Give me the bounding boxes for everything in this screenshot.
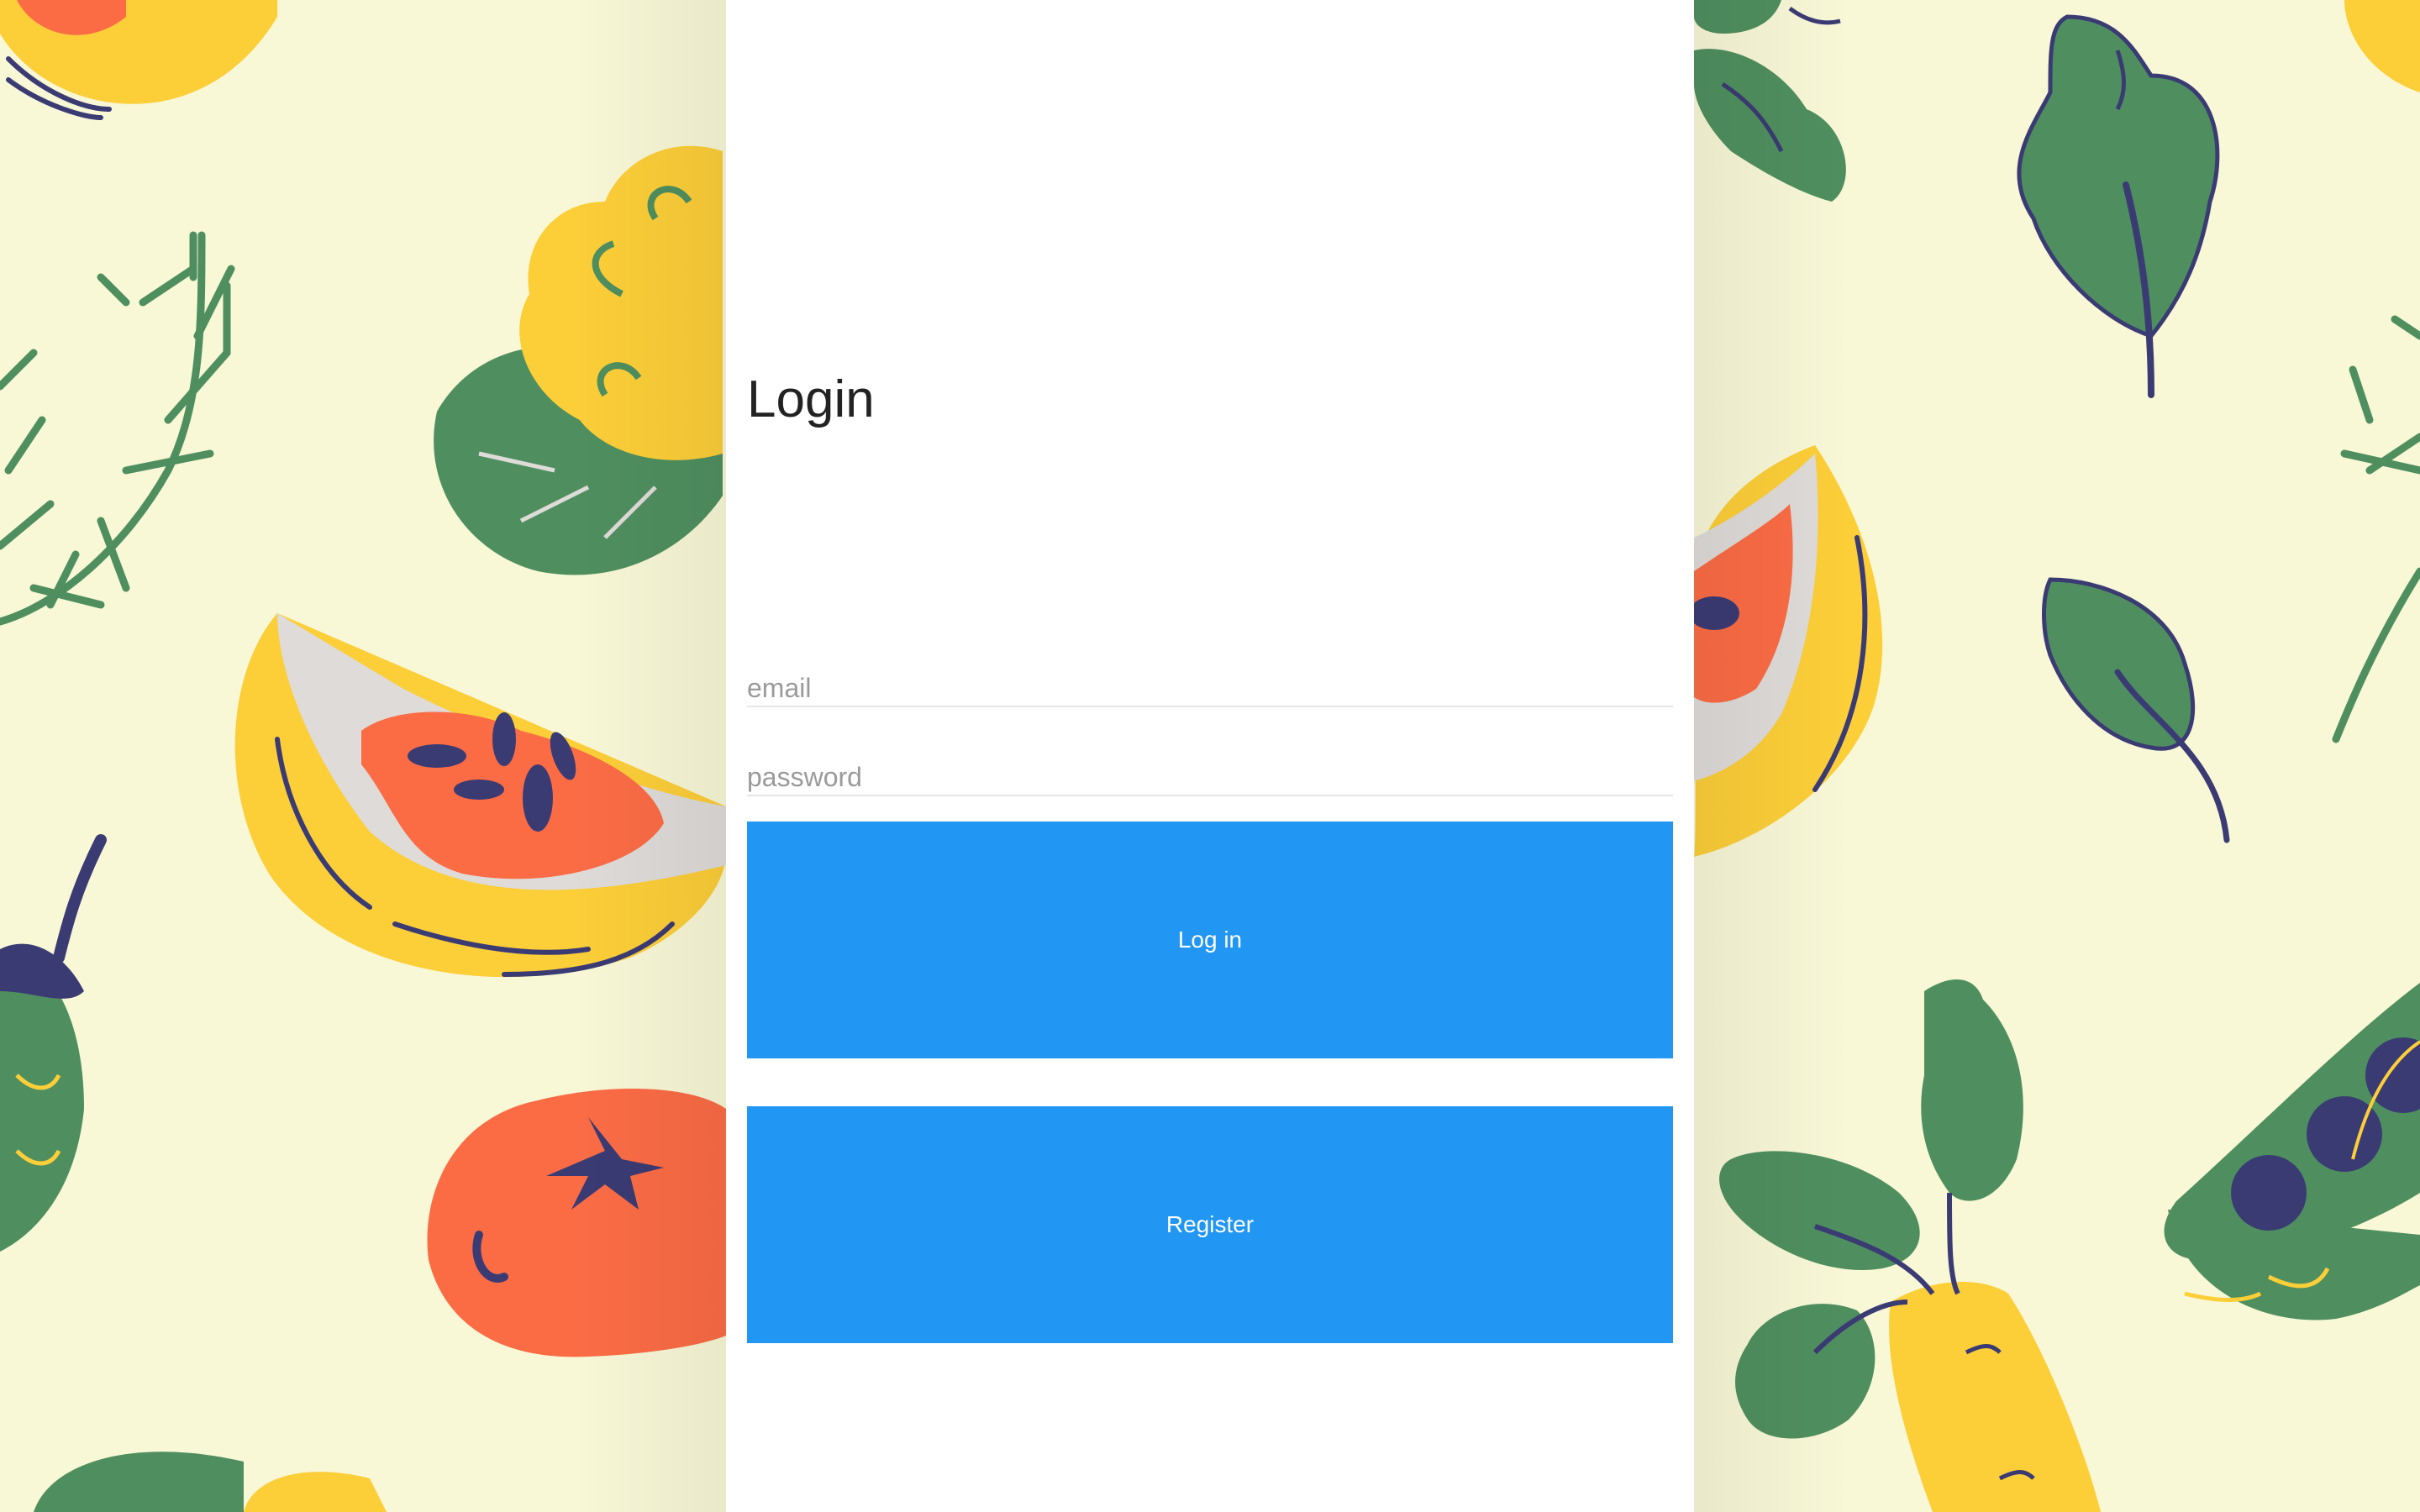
page-title: Login	[747, 370, 875, 428]
eggplant-illustration	[0, 834, 107, 1252]
panel-shadow-left	[571, 0, 726, 1512]
email-field[interactable]	[747, 672, 1673, 707]
squash-illustration	[0, 0, 277, 120]
login-button[interactable]: Log in	[747, 822, 1673, 1058]
password-field[interactable]	[747, 761, 1673, 796]
leaf-bottom-illustration	[34, 1452, 387, 1512]
panel-shadow-right	[1694, 0, 1849, 1512]
squash-right-illustration	[2344, 0, 2420, 92]
dill-right-illustration	[2332, 315, 2420, 743]
pea-pod-illustration	[2164, 983, 2420, 1320]
dill-illustration	[0, 231, 235, 626]
page: Login Log in Register	[0, 0, 2420, 1512]
register-button[interactable]: Register	[747, 1106, 1673, 1343]
spinach-middle-illustration	[2042, 577, 2230, 843]
spinach-illustration	[2017, 14, 2220, 398]
login-panel: Login Log in Register	[726, 0, 1694, 1512]
